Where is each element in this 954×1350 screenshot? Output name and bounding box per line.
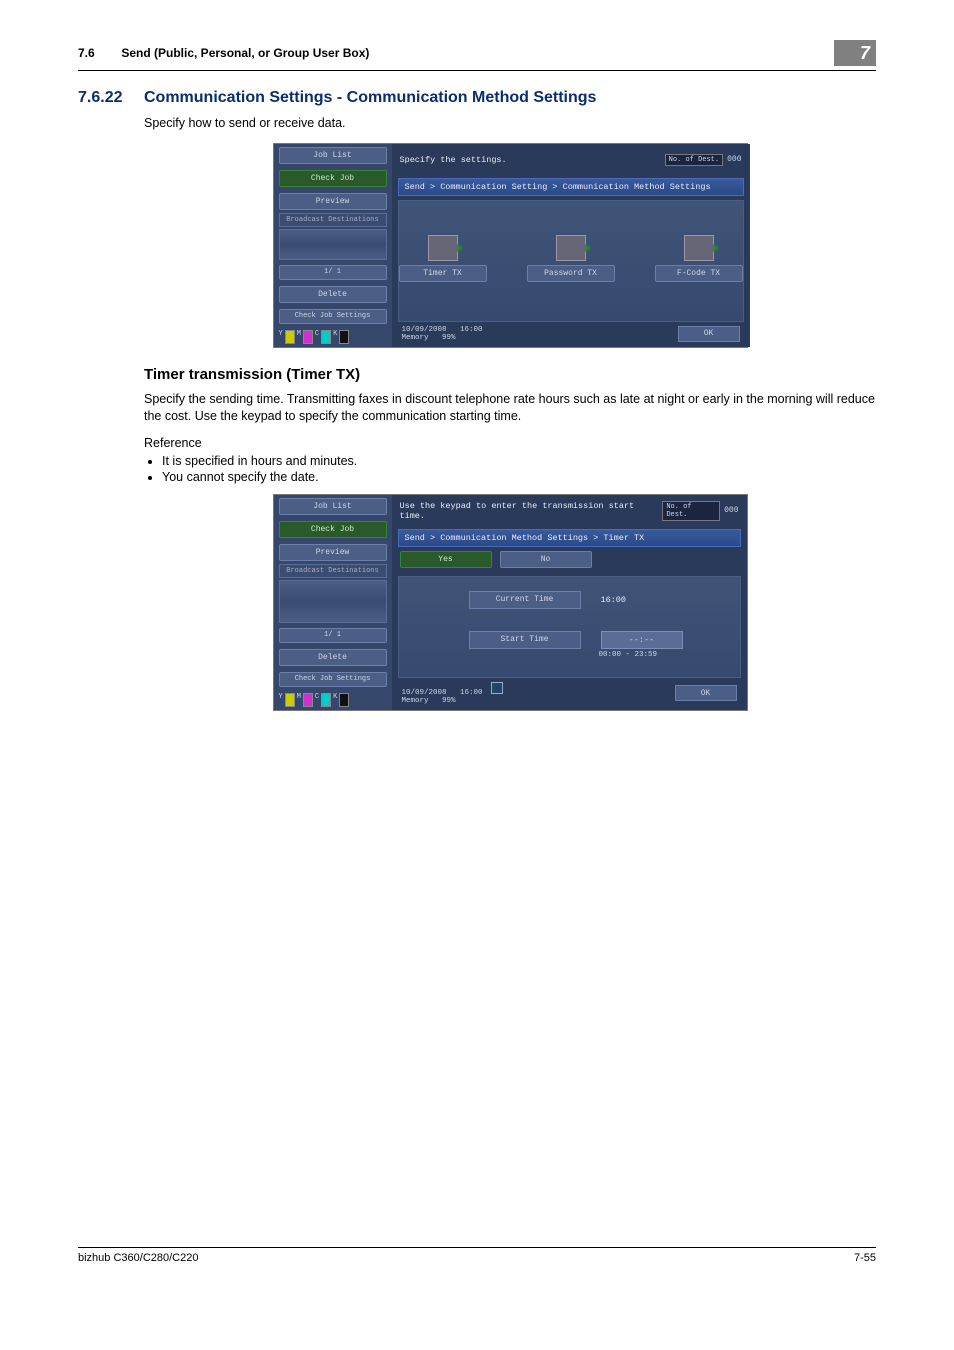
- fcode-tx-icon: [684, 235, 714, 261]
- status-time: 16:00: [460, 326, 483, 334]
- pager-indicator: 1/ 1: [279, 628, 387, 643]
- reference-label: Reference: [144, 436, 876, 450]
- current-time-value: 16:00: [601, 595, 627, 605]
- section-title: Communication Settings - Communication M…: [144, 89, 596, 107]
- toner-magenta-icon: [303, 693, 313, 707]
- status-mem-value: 99%: [442, 697, 456, 705]
- no-button[interactable]: No: [500, 551, 592, 568]
- header-section-number: 7.6: [78, 46, 118, 60]
- fcode-tx-button[interactable]: F-Code TX: [655, 265, 743, 282]
- status-date: 10/09/2008: [402, 689, 447, 697]
- preview-button[interactable]: Preview: [279, 193, 387, 210]
- broadcast-destinations-label: Broadcast Destinations: [279, 213, 387, 227]
- check-job-button[interactable]: Check Job: [279, 170, 387, 187]
- timer-tx-button[interactable]: Timer TX: [399, 265, 487, 282]
- status-mem-label: Memory: [402, 697, 429, 705]
- check-job-settings-button[interactable]: Check Job Settings: [279, 672, 387, 687]
- start-time-label: Start Time: [469, 631, 581, 649]
- counter-value: 000: [724, 506, 738, 515]
- breadcrumb: Send > Communication Setting > Communica…: [398, 178, 744, 196]
- toner-cyan-icon: [321, 693, 331, 707]
- status-mem-label: Memory: [402, 334, 429, 342]
- current-time-label: Current Time: [469, 591, 581, 609]
- destination-counter: No. of Dest. 000: [662, 501, 738, 521]
- ok-button[interactable]: OK: [675, 685, 737, 701]
- destination-list: [279, 580, 387, 623]
- bullet-1: It is specified in hours and minutes.: [162, 454, 876, 468]
- time-range: 00:00 - 23:59: [599, 651, 740, 659]
- toner-indicators: Y M C K: [274, 327, 392, 347]
- toner-yellow-icon: [285, 693, 295, 707]
- running-header: 7.6 Send (Public, Personal, or Group Use…: [78, 40, 876, 71]
- job-list-button[interactable]: Job List: [279, 498, 387, 515]
- status-time: 16:00: [460, 689, 483, 697]
- section-intro: Specify how to send or receive data.: [144, 115, 876, 133]
- check-job-button[interactable]: Check Job: [279, 521, 387, 538]
- toner-indicators: Y M C K: [274, 690, 392, 710]
- status-info: 10/09/2008 16:00 Memory 99%: [402, 326, 483, 342]
- destination-counter: No. of Dest. 000: [665, 154, 742, 166]
- counter-value: 000: [727, 155, 741, 164]
- status-info: 10/09/2008 16:00 Memory 99%: [402, 682, 504, 705]
- toner-magenta-icon: [303, 330, 313, 344]
- bullet-2: You cannot specify the date.: [162, 470, 876, 484]
- reference-bullets: It is specified in hours and minutes. Yo…: [144, 454, 876, 484]
- password-tx-icon: [556, 235, 586, 261]
- page-footer: bizhub C360/C280/C220 7-55: [78, 1247, 876, 1264]
- toner-yellow-icon: [285, 330, 295, 344]
- header-section-title: Send (Public, Personal, or Group User Bo…: [121, 46, 369, 60]
- chapter-badge: 7: [834, 40, 876, 66]
- timer-tx-icon: [428, 235, 458, 261]
- delete-button[interactable]: Delete: [279, 286, 387, 303]
- destination-list: [279, 229, 387, 260]
- screenshot-comm-method-settings: Job List Check Job Preview Broadcast Des…: [273, 143, 748, 348]
- timer-tx-paragraph: Specify the sending time. Transmitting f…: [144, 391, 876, 426]
- preview-button[interactable]: Preview: [279, 544, 387, 561]
- toner-black-icon: [339, 330, 349, 344]
- toner-cyan-icon: [321, 330, 331, 344]
- breadcrumb: Send > Communication Method Settings > T…: [398, 529, 741, 547]
- screenshot-timer-tx: Job List Check Job Preview Broadcast Des…: [273, 494, 748, 711]
- pager-indicator: 1/ 1: [279, 265, 387, 280]
- section-number: 7.6.22: [78, 89, 144, 107]
- footer-page-number: 7-55: [854, 1252, 876, 1264]
- panel-message: Use the keypad to enter the transmission…: [400, 501, 663, 521]
- panel-message: Specify the settings.: [400, 155, 507, 165]
- start-time-input[interactable]: --:--: [601, 631, 683, 649]
- status-mem-value: 99%: [442, 334, 456, 342]
- check-job-settings-button[interactable]: Check Job Settings: [279, 309, 387, 324]
- password-tx-button[interactable]: Password TX: [527, 265, 615, 282]
- counter-label: No. of Dest.: [665, 154, 723, 166]
- broadcast-destinations-label: Broadcast Destinations: [279, 564, 387, 578]
- delete-button[interactable]: Delete: [279, 649, 387, 666]
- footer-model: bizhub C360/C280/C220: [78, 1252, 198, 1264]
- yes-button[interactable]: Yes: [400, 551, 492, 568]
- subheading-timer-tx: Timer transmission (Timer TX): [144, 366, 876, 383]
- toner-black-icon: [339, 693, 349, 707]
- clock-icon: [491, 682, 503, 694]
- status-date: 10/09/2008: [402, 326, 447, 334]
- header-left: 7.6 Send (Public, Personal, or Group Use…: [78, 46, 369, 60]
- job-list-button[interactable]: Job List: [279, 147, 387, 164]
- section-heading: 7.6.22 Communication Settings - Communic…: [78, 89, 876, 107]
- ok-button[interactable]: OK: [678, 326, 740, 342]
- counter-label: No. of Dest.: [662, 501, 720, 521]
